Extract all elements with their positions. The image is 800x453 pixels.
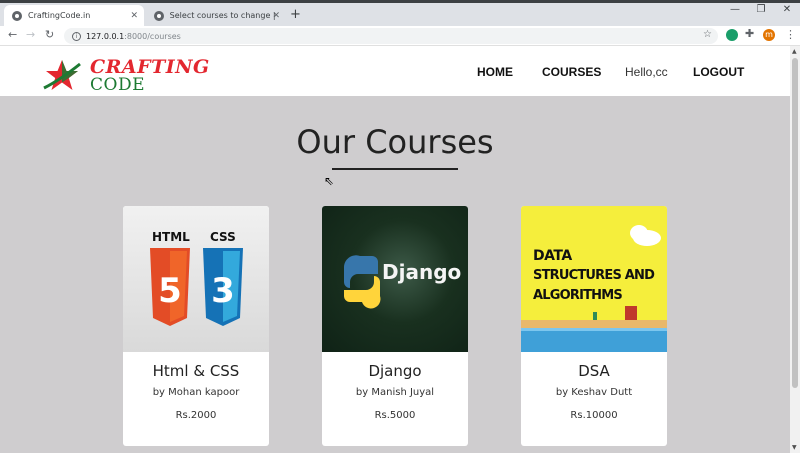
course-title: Django bbox=[368, 362, 422, 380]
scroll-up-icon[interactable]: ▲ bbox=[792, 48, 797, 55]
course-price: Rs.10000 bbox=[570, 410, 618, 421]
browser-tab-active[interactable]: CraftingCode.in ✕ bbox=[4, 5, 144, 26]
address-bar[interactable]: i 127.0.0.1:8000/courses ☆ bbox=[64, 28, 718, 44]
bookmark-star-icon[interactable]: ☆ bbox=[703, 29, 712, 40]
course-card[interactable]: Django Django by Manish Juyal Rs.5000 bbox=[322, 206, 468, 446]
course-author: by Manish Juyal bbox=[355, 387, 435, 398]
course-author: by Keshav Dutt bbox=[555, 387, 633, 398]
globe-icon bbox=[12, 10, 22, 21]
close-tab-icon[interactable]: ✕ bbox=[130, 11, 138, 21]
course-price: Rs.5000 bbox=[374, 410, 416, 421]
html5-css3-shields-icon: 5 3 bbox=[150, 248, 243, 326]
mouse-cursor-icon: ⇖ bbox=[324, 174, 335, 188]
browser-toolbar: ← → ↻ i 127.0.0.1:8000/courses ☆ ✚ m ⋮ bbox=[0, 26, 800, 46]
svg-text:3: 3 bbox=[211, 271, 235, 311]
tab-title: Select courses to change | Djang bbox=[169, 11, 278, 20]
new-tab-icon[interactable]: + bbox=[290, 7, 301, 22]
restore-icon[interactable]: ❐ bbox=[748, 4, 774, 15]
star-logo-icon bbox=[43, 60, 81, 90]
globe-icon bbox=[154, 10, 164, 21]
course-price: Rs.2000 bbox=[175, 410, 217, 421]
nav-courses-link[interactable]: COURSES bbox=[542, 65, 601, 79]
window-controls: — ❐ ✕ bbox=[722, 4, 800, 15]
course-title: DSA bbox=[578, 362, 610, 380]
dsa-line1: DATA bbox=[533, 248, 572, 264]
user-greeting: Hello,cc bbox=[625, 65, 668, 79]
dsa-line3: ALGORITHMS bbox=[533, 288, 623, 303]
django-logo-text: Django bbox=[382, 260, 462, 284]
nav-home-link[interactable]: HOME bbox=[477, 65, 513, 79]
nav-logout-link[interactable]: LOGOUT bbox=[693, 65, 744, 79]
html-css-logo: HTML CSS 5 3 bbox=[123, 206, 269, 352]
site-logo[interactable]: CRAFTING CODE bbox=[42, 56, 209, 96]
course-card[interactable]: DATA STRUCTURES AND ALGORITHMS DSA by Ke… bbox=[521, 206, 667, 446]
reload-icon[interactable]: ↻ bbox=[45, 28, 54, 41]
title-underline bbox=[332, 168, 458, 170]
close-window-icon[interactable]: ✕ bbox=[774, 4, 800, 15]
forward-arrow-icon[interactable]: → bbox=[26, 28, 35, 41]
course-author: by Mohan kapoor bbox=[152, 387, 240, 398]
url-host: 127.0.0.1 bbox=[86, 31, 125, 41]
url-path: :8000/courses bbox=[124, 31, 181, 41]
scrollbar-thumb[interactable] bbox=[792, 58, 798, 388]
extensions-puzzle-icon[interactable]: ✚ bbox=[745, 27, 757, 40]
tab-title: CraftingCode.in bbox=[28, 11, 91, 20]
menu-kebab-icon[interactable]: ⋮ bbox=[785, 28, 796, 41]
info-icon[interactable]: i bbox=[72, 31, 81, 41]
browser-tab-bar: CraftingCode.in ✕ Select courses to chan… bbox=[0, 0, 800, 26]
logo-text-code: CODE bbox=[90, 75, 145, 95]
django-python-logo: Django bbox=[322, 206, 468, 352]
svg-text:5: 5 bbox=[158, 271, 182, 311]
course-card[interactable]: HTML CSS 5 3 Html & CSS by Mohan kapoor … bbox=[123, 206, 269, 446]
close-tab-icon[interactable]: ✕ bbox=[272, 11, 280, 21]
profile-avatar[interactable]: m bbox=[763, 29, 775, 41]
minimize-icon[interactable]: — bbox=[722, 4, 748, 15]
browser-tab[interactable]: Select courses to change | Djang ✕ bbox=[146, 5, 286, 26]
dsa-banner: DATA STRUCTURES AND ALGORITHMS bbox=[521, 206, 667, 352]
site-header: CRAFTING CODE HOME COURSES Hello,cc LOGO… bbox=[0, 46, 790, 96]
page-scrollbar[interactable]: ▲ ▼ bbox=[790, 46, 800, 453]
page-title: Our Courses bbox=[296, 123, 494, 161]
course-title: Html & CSS bbox=[152, 362, 240, 380]
scroll-down-icon[interactable]: ▼ bbox=[792, 444, 797, 451]
back-arrow-icon[interactable]: ← bbox=[8, 28, 17, 41]
extension-icon[interactable] bbox=[726, 29, 738, 41]
dsa-line2: STRUCTURES AND bbox=[533, 268, 655, 283]
